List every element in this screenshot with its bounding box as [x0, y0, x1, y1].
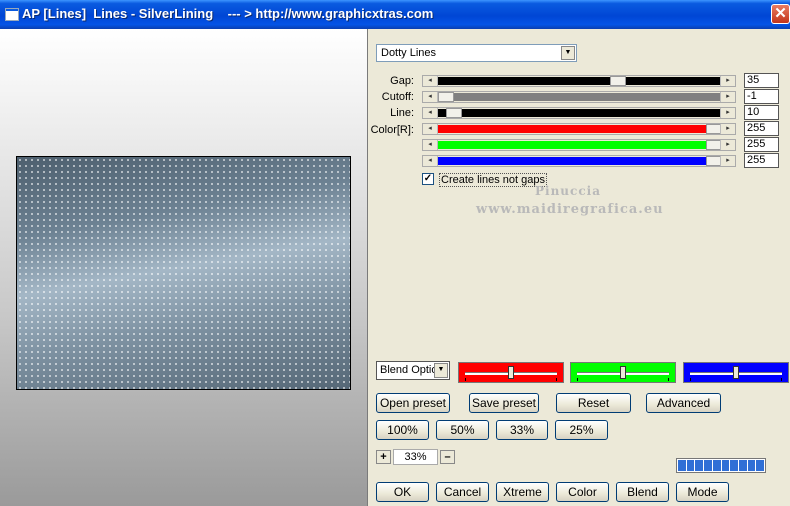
blue-blend-slider[interactable]: [683, 362, 789, 383]
slider-tick: [781, 378, 782, 381]
slider-tick: [690, 378, 691, 381]
green-slider[interactable]: ◂ ▸: [422, 139, 736, 151]
arrow-right-icon[interactable]: ▸: [720, 76, 735, 86]
green-slider-track[interactable]: [438, 140, 722, 150]
progress-segment: [738, 460, 747, 471]
slider-tick: [668, 378, 669, 381]
blend-options-dropdown[interactable]: Blend Optio ▼: [376, 361, 450, 380]
color-button[interactable]: Color: [556, 482, 609, 502]
gap-slider-thumb[interactable]: [610, 76, 626, 86]
progress-segment: [695, 460, 704, 471]
zoom-100-button[interactable]: 100%: [376, 420, 429, 440]
progress-segment: [756, 460, 765, 471]
zoom-level-field[interactable]: 33%: [393, 449, 438, 465]
app-window-icon: [5, 8, 19, 21]
blue-blend-thumb[interactable]: [733, 366, 739, 379]
zoom-out-button[interactable]: –: [440, 450, 455, 464]
blue-slider[interactable]: ◂ ▸: [422, 155, 736, 167]
blend-button[interactable]: Blend: [616, 482, 669, 502]
red-blend-slider[interactable]: [458, 362, 564, 383]
gap-slider[interactable]: ◂ ▸: [422, 75, 736, 87]
progress-segment: [678, 460, 686, 471]
arrow-left-icon[interactable]: ◂: [423, 76, 438, 86]
window-title: AP [Lines] Lines - SilverLining --- > ht…: [22, 6, 434, 21]
chevron-down-icon[interactable]: ▼: [561, 46, 575, 60]
cutoff-value-field[interactable]: -1: [744, 89, 779, 104]
zoom-50-button[interactable]: 50%: [436, 420, 489, 440]
red-blend-thumb[interactable]: [508, 366, 514, 379]
blue-slider-track[interactable]: [438, 156, 722, 166]
line-slider-thumb[interactable]: [446, 108, 462, 118]
progress-segment: [686, 460, 695, 471]
zoom-33-button[interactable]: 33%: [496, 420, 548, 440]
slider-tick: [465, 378, 466, 381]
chevron-down-icon[interactable]: ▼: [434, 363, 448, 378]
watermark-url: www.maidiregrafica.eu: [476, 202, 664, 217]
watermark-name: Pinuccia: [535, 184, 601, 198]
slider-tick: [556, 378, 557, 381]
blue-value-field[interactable]: 255: [744, 153, 779, 168]
preset-dropdown-value: Dotty Lines: [381, 47, 437, 59]
arrow-right-icon[interactable]: ▸: [720, 156, 735, 166]
progress-segment: [721, 460, 730, 471]
arrow-left-icon[interactable]: ◂: [423, 140, 438, 150]
reset-button[interactable]: Reset: [556, 393, 631, 413]
mode-button[interactable]: Mode: [676, 482, 729, 502]
arrow-right-icon[interactable]: ▸: [720, 124, 735, 134]
preset-dropdown[interactable]: Dotty Lines ▼: [376, 44, 577, 62]
open-preset-button[interactable]: Open preset: [376, 393, 450, 413]
ok-button[interactable]: OK: [376, 482, 429, 502]
save-preset-button[interactable]: Save preset: [469, 393, 539, 413]
cutoff-label: Cutoff:: [381, 91, 414, 103]
line-slider-track[interactable]: [438, 108, 720, 118]
xtreme-button[interactable]: Xtreme: [496, 482, 549, 502]
arrow-left-icon[interactable]: ◂: [423, 92, 438, 102]
arrow-left-icon[interactable]: ◂: [423, 156, 438, 166]
green-blend-slider[interactable]: [570, 362, 676, 383]
cutoff-slider[interactable]: ◂ ▸: [422, 91, 736, 103]
advanced-button[interactable]: Advanced: [646, 393, 721, 413]
close-button[interactable]: ✕: [771, 4, 790, 24]
line-slider[interactable]: ◂ ▸: [422, 107, 736, 119]
green-blend-thumb[interactable]: [620, 366, 626, 379]
create-lines-label[interactable]: Create lines not gaps: [439, 173, 547, 187]
preview-pane: [0, 29, 368, 506]
progress-segment: [730, 460, 738, 471]
blend-options-value: Blend Optio: [380, 364, 438, 376]
red-value-field[interactable]: 255: [744, 121, 779, 136]
color-r-label: Color[R]:: [370, 124, 414, 136]
gap-slider-track[interactable]: [438, 76, 720, 86]
line-label: Line:: [390, 107, 414, 119]
zoom-25-button[interactable]: 25%: [555, 420, 608, 440]
progress-segment: [747, 460, 756, 471]
line-value-field[interactable]: 10: [744, 105, 779, 120]
progress-segment: [712, 460, 721, 471]
cutoff-slider-track[interactable]: [438, 92, 720, 102]
arrow-left-icon[interactable]: ◂: [423, 108, 438, 118]
arrow-left-icon[interactable]: ◂: [423, 124, 438, 134]
red-slider[interactable]: ◂ ▸: [422, 123, 736, 135]
progress-segment: [704, 460, 712, 471]
zoom-in-button[interactable]: +: [376, 450, 391, 464]
red-slider-track[interactable]: [438, 124, 722, 134]
preview-image: [16, 156, 351, 390]
create-lines-checkbox[interactable]: ✓: [422, 173, 434, 185]
title-bar: AP [Lines] Lines - SilverLining --- > ht…: [0, 0, 790, 29]
progress-indicator: [676, 458, 766, 473]
gap-label: Gap:: [390, 75, 414, 87]
arrow-right-icon[interactable]: ▸: [720, 92, 735, 102]
gap-value-field[interactable]: 35: [744, 73, 779, 88]
cutoff-slider-thumb[interactable]: [438, 92, 454, 102]
slider-tick: [577, 378, 578, 381]
arrow-right-icon[interactable]: ▸: [720, 140, 735, 150]
cancel-button[interactable]: Cancel: [436, 482, 489, 502]
green-value-field[interactable]: 255: [744, 137, 779, 152]
arrow-right-icon[interactable]: ▸: [720, 108, 735, 118]
